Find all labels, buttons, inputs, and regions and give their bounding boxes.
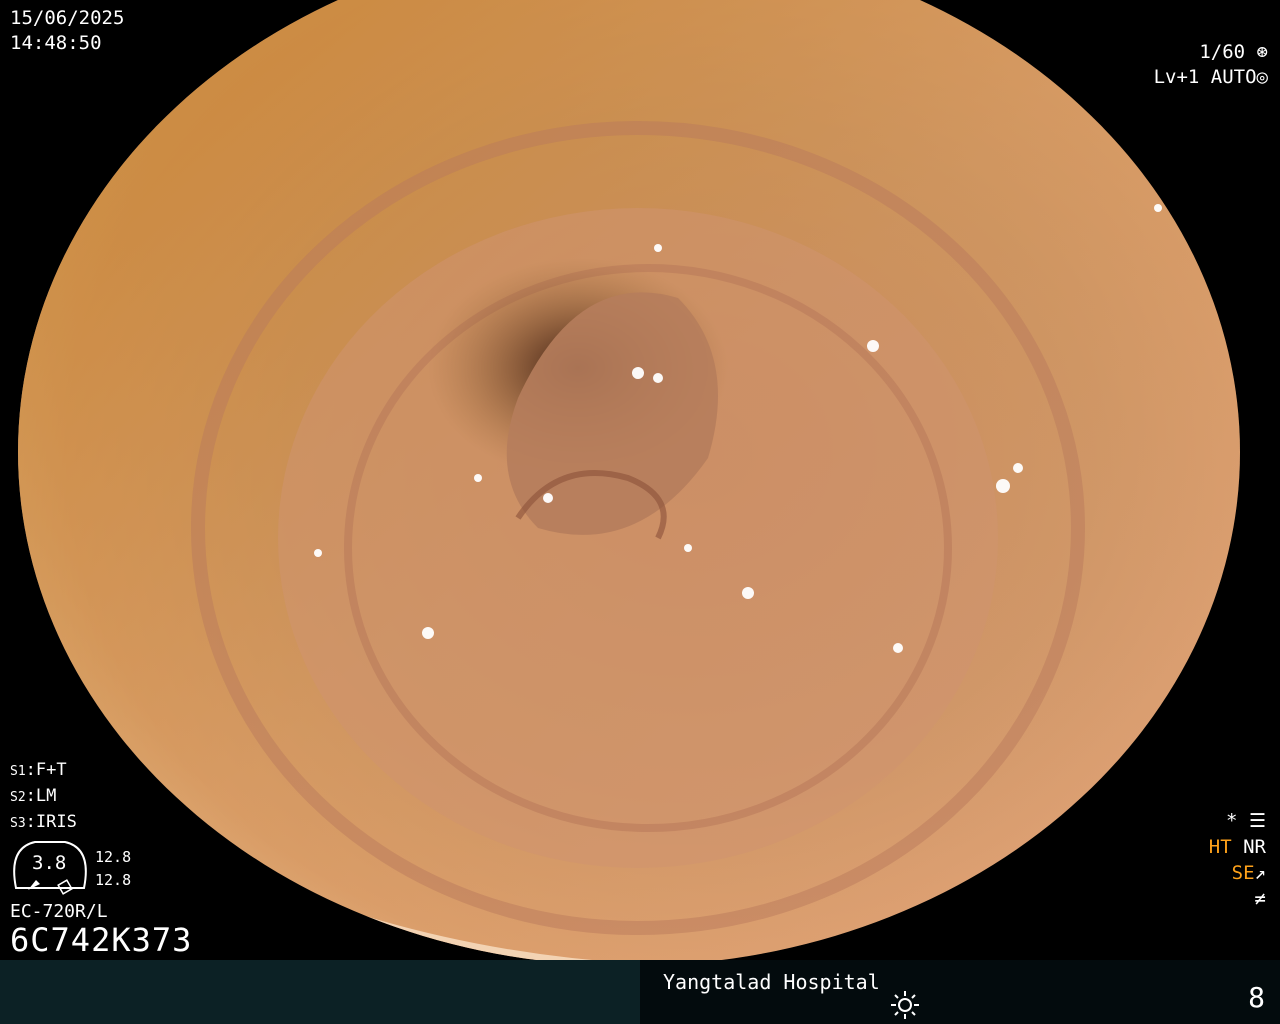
time-text: 14:48:50	[10, 32, 102, 54]
frame-number: 8	[1248, 981, 1265, 1014]
setting-value: LM	[35, 786, 57, 806]
gauge-number: 12.8	[95, 848, 132, 866]
setting-key: S3	[10, 816, 26, 831]
exposure-mode: AUTO	[1210, 66, 1257, 88]
shutter-speed: 1/60	[1199, 41, 1246, 63]
zoom-gauge: 3.8	[10, 838, 90, 898]
exposure-info: 1/60 ⊛ Lv+1 AUTO◎	[1154, 40, 1268, 90]
light-level: Lv+1	[1153, 66, 1200, 88]
setting-value: IRIS	[35, 812, 77, 832]
gauge-numbers: 12.8 12.8	[95, 846, 131, 892]
endoscope-image	[18, 0, 1240, 966]
gauge-value: 3.8	[32, 852, 67, 874]
setting-value: F+T	[35, 760, 67, 780]
status-ht: HT	[1208, 836, 1232, 858]
serial-number: 6C742K373	[10, 921, 193, 959]
status-indicators: * ☰ HT NR SE↗ ≠	[1209, 808, 1266, 912]
switch-settings: S1:F+T S2:LM S3:IRIS	[10, 760, 77, 832]
date-time: 15/06/2025 14:48:50	[10, 6, 124, 56]
footer-left-panel	[0, 960, 640, 1024]
iris-icon: ◎	[1256, 66, 1268, 88]
curve-icon: ↗	[1254, 862, 1266, 884]
aperture-icon: ⊛	[1245, 41, 1268, 63]
brightness-icon	[891, 991, 919, 1019]
settings-list-icon: ☰	[1248, 810, 1266, 832]
not-equal-icon: ≠	[1254, 888, 1266, 910]
hospital-name: Yangtalad Hospital	[663, 970, 880, 994]
gauge-number: 12.8	[95, 871, 132, 889]
star-icon: *	[1226, 810, 1238, 832]
status-nr: NR	[1243, 836, 1266, 858]
status-se: SE	[1231, 862, 1255, 884]
setting-key: S1	[10, 764, 26, 779]
setting-key: S2	[10, 790, 26, 805]
date-text: 15/06/2025	[10, 7, 125, 29]
